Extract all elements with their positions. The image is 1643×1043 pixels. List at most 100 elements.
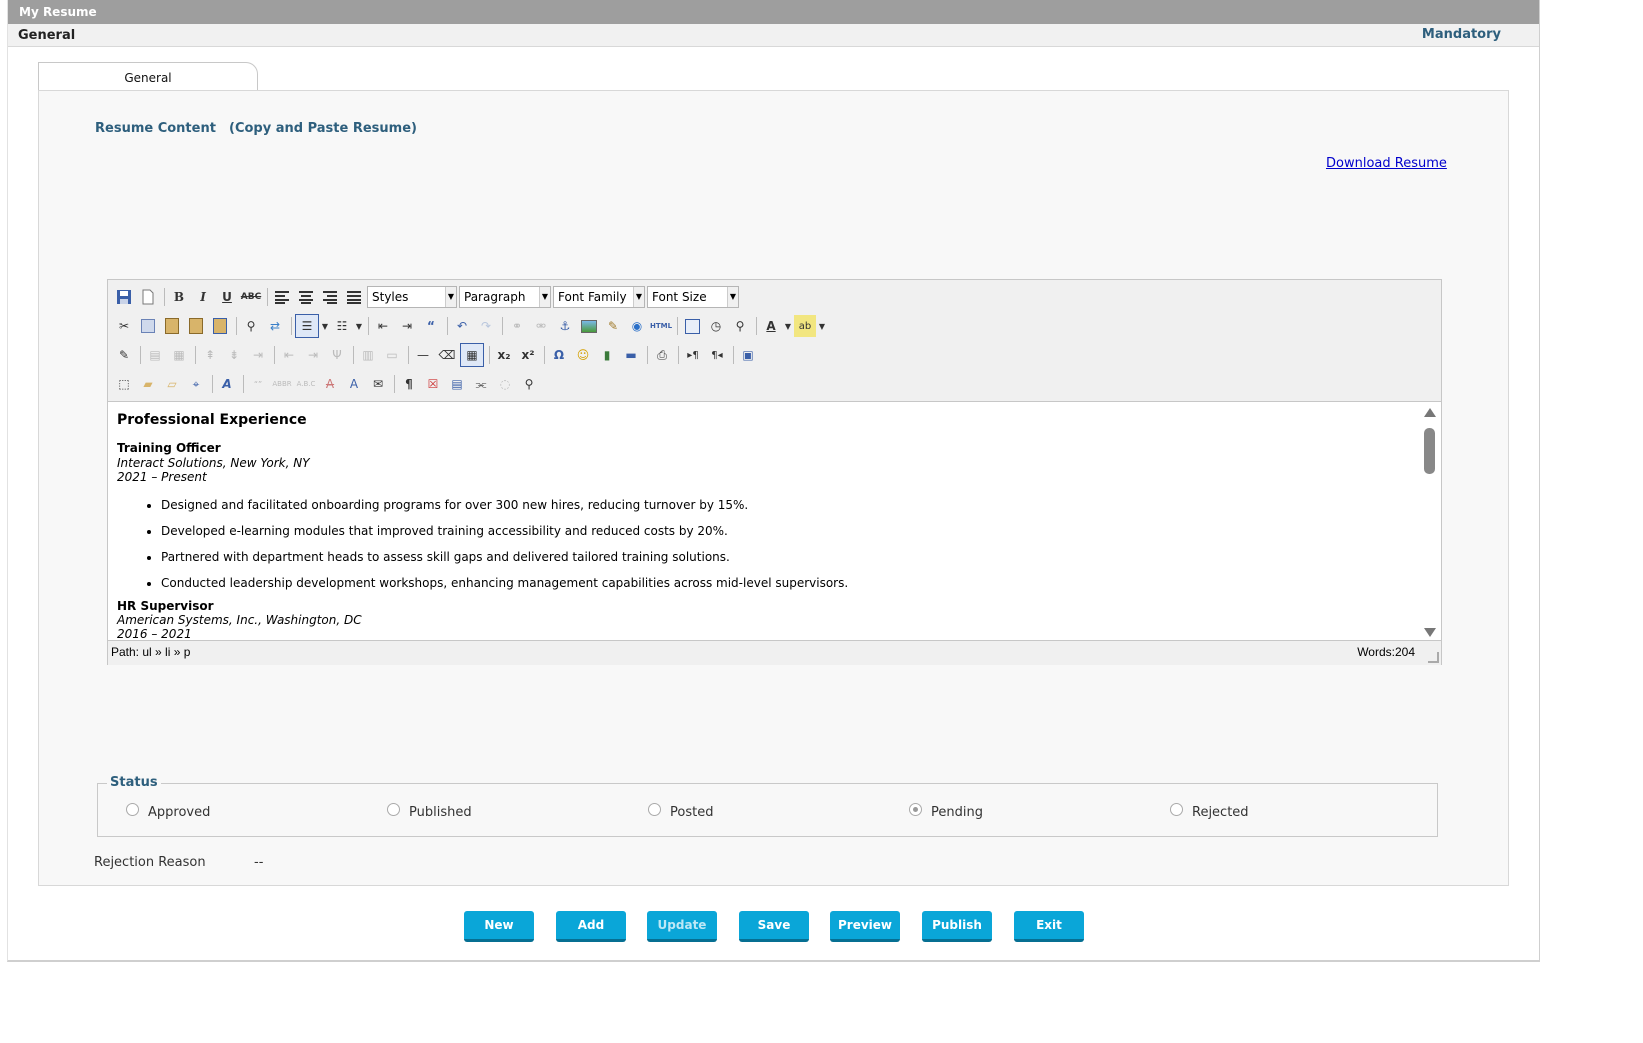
font-family-dropdown[interactable]: Font Family ▼ (553, 286, 645, 308)
chevron-down-icon[interactable]: ▼ (784, 315, 792, 337)
link-icon[interactable]: ⚭ (506, 315, 528, 337)
horizontal-rule-icon[interactable]: — (412, 344, 434, 366)
replace-icon[interactable]: ⇄ (264, 315, 286, 337)
preview-button[interactable]: Preview (830, 911, 900, 942)
preview-icon[interactable]: ⚲ (729, 315, 751, 337)
outdent-icon[interactable]: ⇤ (372, 315, 394, 337)
cleanup-icon[interactable]: ✎ (602, 315, 624, 337)
cell-props-icon[interactable]: ▦ (168, 344, 190, 366)
help-icon[interactable]: ◉ (626, 315, 648, 337)
status-radio-approved[interactable]: Approved (126, 803, 210, 820)
download-resume-link[interactable]: Download Resume (1326, 156, 1447, 171)
delete-col-icon[interactable]: Ψ (326, 344, 348, 366)
chevron-down-icon[interactable]: ▼ (818, 315, 826, 337)
paste-text-icon[interactable] (185, 315, 207, 337)
new-document-icon[interactable] (137, 286, 159, 308)
align-center-icon[interactable] (295, 286, 317, 308)
new-button[interactable]: New (464, 911, 534, 942)
move-forward-icon[interactable]: ▰ (137, 373, 159, 395)
bold-icon[interactable]: B (168, 286, 190, 308)
update-button[interactable]: Update (647, 911, 717, 942)
anchor-icon[interactable]: ⚓ (554, 315, 576, 337)
tab-general[interactable]: General (38, 62, 258, 91)
media-icon[interactable]: ▮ (596, 344, 618, 366)
insert-time-icon[interactable]: ◷ (705, 315, 727, 337)
acronym-icon[interactable]: A.B.C (295, 373, 317, 395)
editor-scrollbar[interactable] (1418, 402, 1441, 640)
find-icon[interactable]: ⚲ (240, 315, 262, 337)
special-char-icon[interactable]: Ω (548, 344, 570, 366)
chevron-down-icon[interactable]: ▼ (321, 315, 329, 337)
strikethrough-icon[interactable]: ABC (240, 286, 262, 308)
fullscreen-icon[interactable]: ▣ (737, 344, 759, 366)
align-left-icon[interactable] (271, 286, 293, 308)
radio-circle[interactable] (387, 803, 400, 816)
restore-draft-icon[interactable]: ◌ (494, 373, 516, 395)
exit-button[interactable]: Exit (1014, 911, 1084, 942)
html-source-icon[interactable]: HTML (650, 315, 672, 337)
radio-circle[interactable] (1170, 803, 1183, 816)
paste-icon[interactable] (161, 315, 183, 337)
template-icon[interactable]: ▤ (446, 373, 468, 395)
insert-layer-icon[interactable]: ⬚ (113, 373, 135, 395)
print-icon[interactable]: ⎙ (651, 344, 673, 366)
image-icon[interactable] (578, 315, 600, 337)
absolute-position-icon[interactable]: ⌖ (185, 373, 207, 395)
delete-row-icon[interactable]: ⇥ (247, 344, 269, 366)
justify-icon[interactable] (343, 286, 365, 308)
format-dropdown[interactable]: Paragraph ▼ (459, 286, 551, 308)
status-radio-rejected[interactable]: Rejected (1170, 803, 1249, 820)
text-color-icon[interactable]: A (760, 315, 782, 337)
font-size-dropdown[interactable]: Font Size ▼ (647, 286, 739, 308)
row-props-icon[interactable]: ▤ (144, 344, 166, 366)
scroll-down-icon[interactable] (1424, 628, 1436, 637)
rtl-icon[interactable]: ¶◂ (706, 344, 728, 366)
show-blocks-icon[interactable]: ¶ (398, 373, 420, 395)
unlink-icon[interactable]: ⚮ (530, 315, 552, 337)
publish-button[interactable]: Publish (922, 911, 992, 942)
insert-text-icon[interactable]: A (343, 373, 365, 395)
remove-format-icon[interactable]: ⌫ (436, 344, 458, 366)
visual-aid-icon[interactable]: ▦ (460, 343, 484, 367)
superscript-icon[interactable]: x² (517, 344, 539, 366)
numbered-list-icon[interactable]: ☷ (331, 315, 353, 337)
editor-content-area[interactable]: Professional Experience Training Officer… (108, 402, 1418, 640)
subscript-icon[interactable]: x₂ (493, 344, 515, 366)
insert-date-icon[interactable] (681, 315, 703, 337)
insert-col-after-icon[interactable]: ⇥ (302, 344, 324, 366)
align-right-icon[interactable] (319, 286, 341, 308)
status-radio-pending[interactable]: Pending (909, 803, 983, 820)
style-props-icon[interactable]: A (216, 373, 238, 395)
bullet-list-icon[interactable]: ☰ (295, 314, 319, 338)
emoticon-icon[interactable]: ☺ (572, 344, 594, 366)
undo-icon[interactable]: ↶ (451, 315, 473, 337)
split-cells-icon[interactable]: ▥ (357, 344, 379, 366)
status-radio-posted[interactable]: Posted (648, 803, 713, 820)
abbr-icon[interactable]: ABBR (271, 373, 293, 395)
ltr-icon[interactable]: ▸¶ (682, 344, 704, 366)
styles-dropdown[interactable]: Styles ▼ (367, 286, 457, 308)
radio-circle[interactable] (126, 803, 139, 816)
insert-row-after-icon[interactable]: ⇟ (223, 344, 245, 366)
radio-circle-selected[interactable] (909, 803, 922, 816)
status-radio-published[interactable]: Published (387, 803, 472, 820)
edit-table-icon[interactable]: ✎ (113, 344, 135, 366)
highlight-color-icon[interactable]: ab (794, 315, 816, 337)
indent-icon[interactable]: ⇥ (396, 315, 418, 337)
radio-circle[interactable] (648, 803, 661, 816)
save-icon[interactable] (113, 286, 135, 308)
add-button[interactable]: Add (556, 911, 626, 942)
copy-icon[interactable] (137, 315, 159, 337)
italic-icon[interactable]: I (192, 286, 214, 308)
save-button[interactable]: Save (739, 911, 809, 942)
chevron-down-icon[interactable]: ▼ (355, 315, 363, 337)
scroll-up-icon[interactable] (1424, 408, 1436, 417)
insert-row-before-icon[interactable]: ⇞ (199, 344, 221, 366)
advanced-hr-icon[interactable]: ▬ (620, 344, 642, 366)
zoom-icon[interactable]: ⚲ (518, 373, 540, 395)
underline-icon[interactable]: U (216, 286, 238, 308)
scroll-thumb[interactable] (1424, 428, 1435, 474)
move-backward-icon[interactable]: ▱ (161, 373, 183, 395)
delete-text-icon[interactable]: A (319, 373, 341, 395)
insert-col-before-icon[interactable]: ⇤ (278, 344, 300, 366)
